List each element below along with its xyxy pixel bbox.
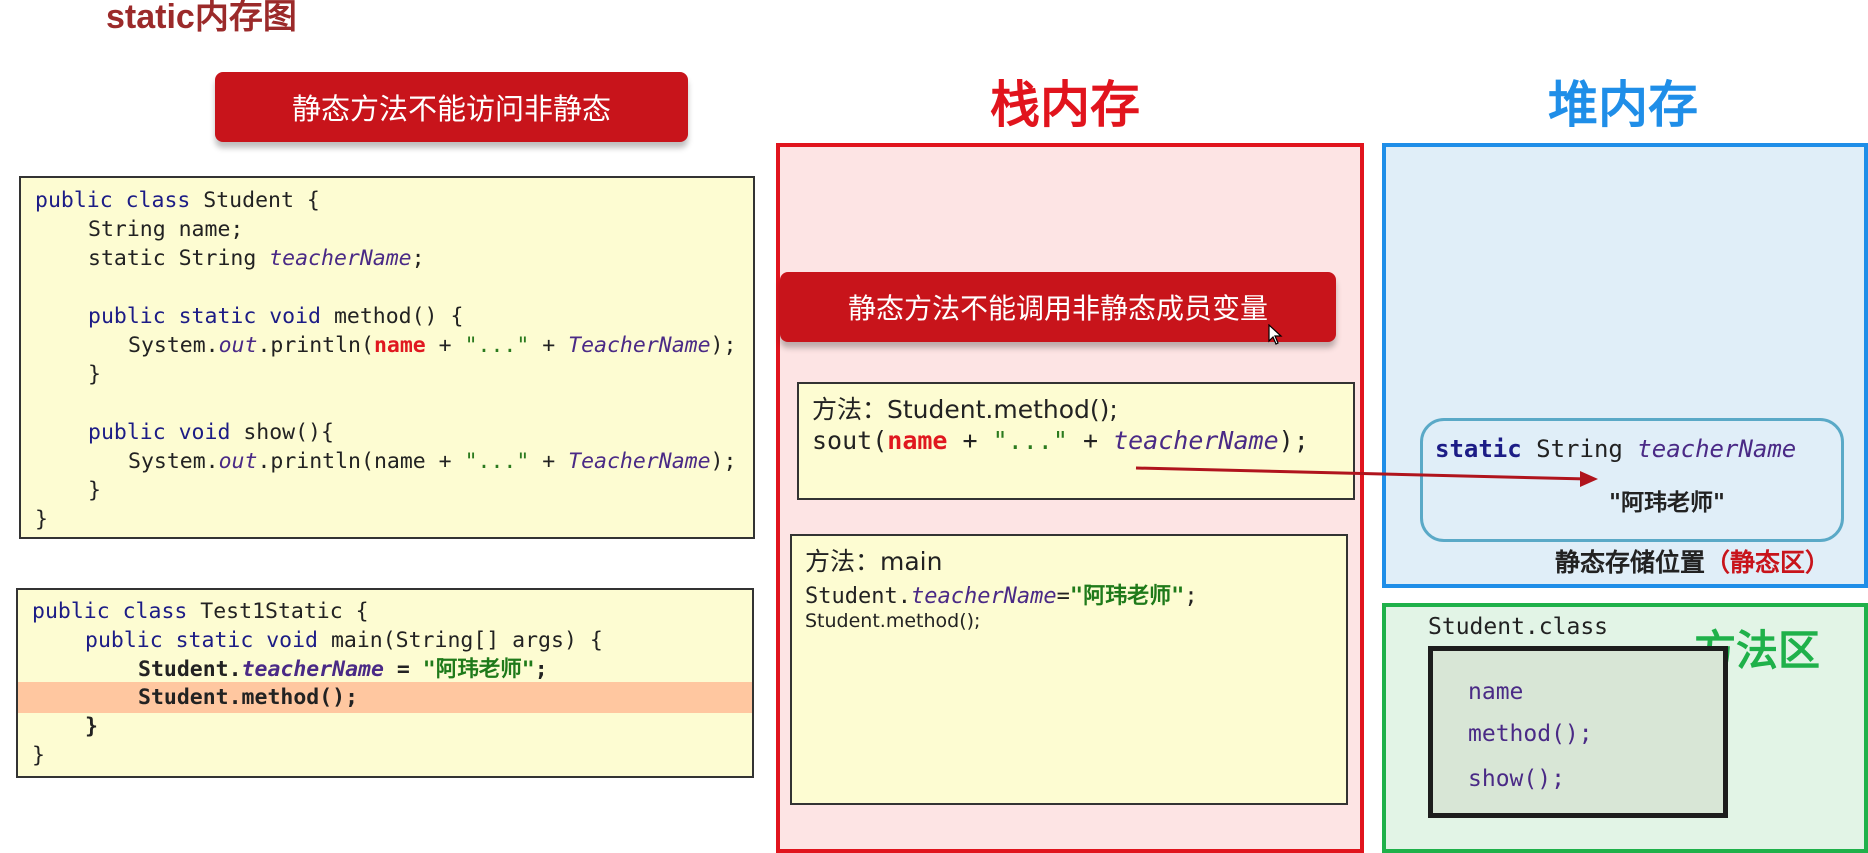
- frame-main-line2: Student.method();: [805, 610, 981, 632]
- stack-title: 栈内存: [990, 76, 1140, 134]
- code-line: System.out.println(name + "..." + Teache…: [128, 449, 737, 474]
- code-line: String name;: [88, 217, 244, 242]
- code-line: public void show(){: [88, 420, 334, 445]
- code-line: }: [85, 714, 98, 739]
- student-code-box: public class Student { String name; stat…: [19, 176, 755, 539]
- frame-method-label: 方法：Student.method();: [812, 395, 1118, 424]
- member-item: name: [1468, 679, 1524, 705]
- class-name: Student.class: [1428, 614, 1609, 640]
- code-line: System.out.println(name + "..." + Teache…: [128, 333, 737, 358]
- code-line: }: [32, 743, 45, 768]
- code-line: public class Test1Static {: [32, 599, 369, 624]
- stack-frame-main: 方法：main Student.teacherName="阿玮老师"; Stud…: [790, 534, 1348, 805]
- left-banner: 静态方法不能访问非静态: [215, 72, 688, 142]
- member-item: method();: [1468, 721, 1593, 747]
- code-line: public static void method() {: [88, 304, 464, 329]
- code-line: }: [35, 507, 48, 532]
- code-line: Student.method();: [138, 685, 359, 710]
- heap-title: 堆内存: [1548, 76, 1698, 134]
- page-title: static内存图: [106, 0, 297, 36]
- class-members-box: name method(); show();: [1428, 646, 1728, 818]
- highlighted-line: [18, 682, 752, 713]
- frame-main-label: 方法：main: [805, 547, 943, 576]
- static-area-label: 静态存储位置（静态区）: [1555, 548, 1831, 577]
- test-code-box: public class Test1Static { public static…: [16, 588, 754, 778]
- reference-arrow-icon: [1135, 466, 1598, 487]
- member-item: show();: [1468, 766, 1565, 792]
- stack-banner: 静态方法不能调用非静态成员变量: [780, 272, 1336, 342]
- frame-method-code: sout(name + "..." + teacherName);: [812, 426, 1309, 455]
- stack-banner-text: 静态方法不能调用非静态成员变量: [847, 292, 1268, 325]
- code-line: }: [88, 478, 101, 503]
- code-line: public class Student {: [35, 188, 320, 213]
- mouse-pointer-icon: [1268, 324, 1283, 345]
- code-line: }: [88, 362, 101, 387]
- code-line: Student.teacherName = "阿玮老师";: [138, 657, 548, 682]
- static-field-value: "阿玮老师": [1609, 490, 1725, 516]
- code-line: static String teacherName;: [88, 246, 425, 271]
- frame-main-line1: Student.teacherName="阿玮老师";: [805, 584, 1198, 609]
- code-line: public static void main(String[] args) {: [85, 628, 603, 653]
- left-banner-text: 静态方法不能访问非静态: [291, 92, 611, 126]
